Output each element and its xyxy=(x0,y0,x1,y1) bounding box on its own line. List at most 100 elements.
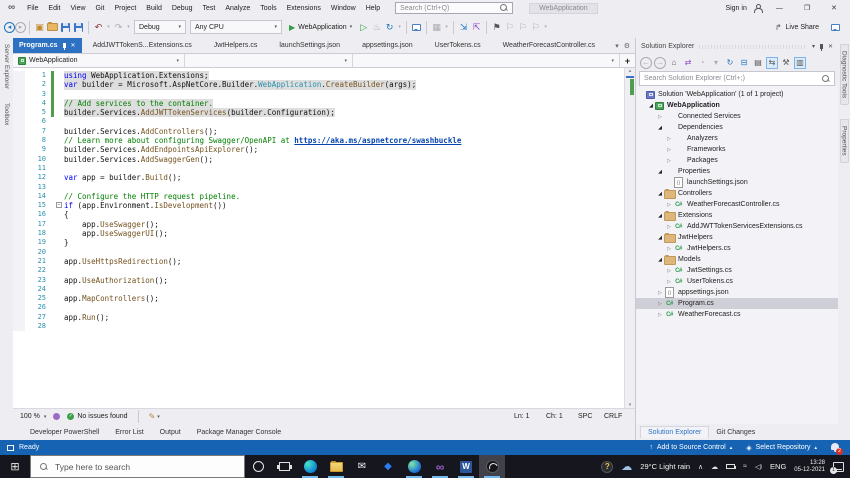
properties-icon[interactable]: ⚒ xyxy=(780,57,792,69)
tree-item-jwtsettings-cs[interactable]: ▷ C# JwtSettings.cs xyxy=(636,265,838,276)
undo-icon[interactable]: ↶ xyxy=(92,21,105,34)
tree-item-frameworks[interactable]: ▷ Frameworks xyxy=(636,144,838,155)
tree-item-webapplication[interactable]: ◢ WebApplication xyxy=(636,100,838,111)
tree-arrow-icon[interactable]: ▷ xyxy=(665,246,673,252)
start-debugging-button[interactable]: ▶ WebApplication ▾ xyxy=(284,23,357,32)
breakpoint-margin[interactable] xyxy=(13,80,25,90)
zoom-dropdown[interactable]: 100 % ▾ xyxy=(20,413,46,420)
new-project-icon[interactable]: ▣ xyxy=(33,21,46,34)
scroll-up-icon[interactable]: ▴ xyxy=(625,68,635,74)
clock[interactable]: 13:28 05-12-2021 xyxy=(794,460,825,474)
breakpoint-margin[interactable] xyxy=(13,163,25,174)
maximize-button[interactable]: ❐ xyxy=(797,4,817,12)
tree-arrow-icon[interactable]: ▷ xyxy=(656,114,664,120)
undo-dropdown-icon[interactable]: ▾ xyxy=(105,21,112,34)
tree-arrow-icon[interactable]: ▷ xyxy=(656,290,664,296)
taskbar-app-task-view[interactable] xyxy=(271,455,297,478)
active-files-dropdown-icon[interactable]: ▾ xyxy=(615,42,619,50)
code-line-20[interactable]: 20 xyxy=(13,247,635,257)
open-file-icon[interactable] xyxy=(46,21,59,34)
tab-appsettings-json[interactable]: appsettings.json xyxy=(351,38,424,53)
navbar-project-dropdown[interactable]: WebApplication ▾ xyxy=(13,54,185,67)
menu-view[interactable]: View xyxy=(65,5,90,12)
menu-tools[interactable]: Tools xyxy=(255,5,281,12)
tree-arrow-icon[interactable]: ▷ xyxy=(665,158,673,164)
restart-icon[interactable]: ↻ xyxy=(383,21,396,34)
code-line-26[interactable]: 26 xyxy=(13,303,635,313)
tree-item-solution-webapplication-1-of-1-project[interactable]: Solution 'WebApplication' (1 of 1 projec… xyxy=(636,89,838,100)
code-line-21[interactable]: 21 app.UseHttpsRedirection(); xyxy=(13,256,635,267)
code-line-3[interactable]: 3 xyxy=(13,89,635,99)
fold-collapse-icon[interactable]: − xyxy=(56,202,62,209)
taskbar-app-edge-beta[interactable] xyxy=(401,455,427,478)
redo-dropdown-icon[interactable]: ▾ xyxy=(125,21,132,34)
panel-tab-output[interactable]: Output xyxy=(153,427,188,438)
panel-tab-error-list[interactable]: Error List xyxy=(108,427,150,438)
code-line-1[interactable]: 1 using WebApplication.Extensions; xyxy=(13,71,635,81)
breakpoint-margin[interactable] xyxy=(13,173,25,183)
action-center-button[interactable]: 1 xyxy=(830,461,844,474)
tree-arrow-icon[interactable]: ▷ xyxy=(656,301,664,307)
collapse-all-icon[interactable]: ⊟ xyxy=(738,57,750,69)
bookmark-icon[interactable]: ⚑ xyxy=(490,21,503,34)
breakpoint-margin[interactable] xyxy=(13,322,25,332)
breakpoint-margin[interactable] xyxy=(13,182,25,192)
close-button[interactable]: ✕ xyxy=(824,4,844,12)
notifications-button[interactable]: 2 xyxy=(831,443,843,455)
breakpoint-margin[interactable] xyxy=(13,294,25,304)
code-line-17[interactable]: 17 app.UseSwagger(); xyxy=(13,219,635,230)
code-line-7[interactable]: 7 builder.Services.AddControllers(); xyxy=(13,126,635,137)
tree-item-program-cs[interactable]: ▷ C# Program.cs xyxy=(636,298,838,309)
code-line-6[interactable]: 6 xyxy=(13,117,635,127)
code-line-2[interactable]: 2 var builder = Microsoft.AspNetCore.Buil… xyxy=(13,80,635,90)
tree-item-weatherforecast-cs[interactable]: ▷ C# WeatherForecast.cs xyxy=(636,309,838,320)
clear-bookmarks-icon[interactable]: ⚐ xyxy=(529,21,542,34)
breakpoint-margin[interactable] xyxy=(13,71,25,81)
save-all-icon[interactable] xyxy=(72,21,85,34)
tree-item-dependencies[interactable]: ◢ Dependencies xyxy=(636,122,838,133)
tree-item-properties[interactable]: ◢ Properties xyxy=(636,166,838,177)
tree-arrow-icon[interactable]: ▷ xyxy=(656,312,664,318)
sync-with-active-document-icon[interactable]: ⇆ xyxy=(766,56,778,69)
tree-item-appsettings-json[interactable]: ▷ appsettings.json xyxy=(636,287,838,298)
onedrive-icon[interactable]: ☁ xyxy=(711,463,718,471)
tree-arrow-icon[interactable]: ◢ xyxy=(656,213,664,219)
tree-item-launchsettings-json[interactable]: launchSettings.json xyxy=(636,177,838,188)
breakpoint-margin[interactable] xyxy=(13,145,25,155)
start-button[interactable]: ⊞ xyxy=(0,455,30,478)
taskbar-app-dropbox[interactable]: ◆ xyxy=(375,455,401,478)
tab-launchsettings-json[interactable]: launchSettings.json xyxy=(268,38,351,53)
add-to-source-control-button[interactable]: ↑ Add to Source Control ▴ xyxy=(649,444,732,451)
code-line-12[interactable]: 12 var app = builder.Build(); xyxy=(13,173,635,183)
editor-scrollbar[interactable]: ▴ ▾ xyxy=(624,68,635,408)
feedback-icon[interactable] xyxy=(831,23,840,31)
tree-arrow-icon[interactable]: ▷ xyxy=(665,279,673,285)
code-line-19[interactable]: 19} xyxy=(13,238,635,248)
breakpoint-margin[interactable] xyxy=(13,98,25,109)
network-icon[interactable]: ≈ xyxy=(743,463,747,470)
panel-tab-git-changes[interactable]: Git Changes xyxy=(709,427,762,438)
menu-git[interactable]: Git xyxy=(91,5,110,12)
minimize-button[interactable]: — xyxy=(769,5,790,12)
split-window-button[interactable]: + xyxy=(620,56,635,66)
layout-dropdown-icon[interactable]: ▾ xyxy=(443,21,450,34)
battery-icon[interactable] xyxy=(726,464,737,469)
code-line-9[interactable]: 9 builder.Services.AddEndpointsApiExplore… xyxy=(13,145,635,155)
tree-item-controllers[interactable]: ◢ Controllers xyxy=(636,188,838,199)
solution-search-box[interactable]: Search Solution Explorer (Ctrl+;) xyxy=(639,71,835,86)
breakpoint-margin[interactable] xyxy=(13,303,25,313)
preview-selected-items-icon[interactable]: ▥ xyxy=(794,56,806,69)
intellisense-icon[interactable] xyxy=(53,413,61,420)
tree-arrow-icon[interactable]: ◢ xyxy=(656,169,664,175)
menu-edit[interactable]: Edit xyxy=(43,5,65,12)
restart-dropdown-icon[interactable]: ▾ xyxy=(396,21,403,34)
filter-dropdown-icon[interactable]: ▾ xyxy=(710,57,722,69)
breakpoint-margin[interactable] xyxy=(13,256,25,267)
tree-item-packages[interactable]: ▷ Packages xyxy=(636,155,838,166)
menu-debug[interactable]: Debug xyxy=(167,5,198,12)
navbar-type-dropdown[interactable]: ▾ xyxy=(185,54,353,67)
menu-file[interactable]: File xyxy=(22,5,43,12)
tool-window-tab-toolbox[interactable]: Toolbox xyxy=(3,103,10,125)
tree-arrow-icon[interactable]: ▷ xyxy=(665,147,673,153)
taskbar-app-file-explorer[interactable] xyxy=(323,455,349,478)
